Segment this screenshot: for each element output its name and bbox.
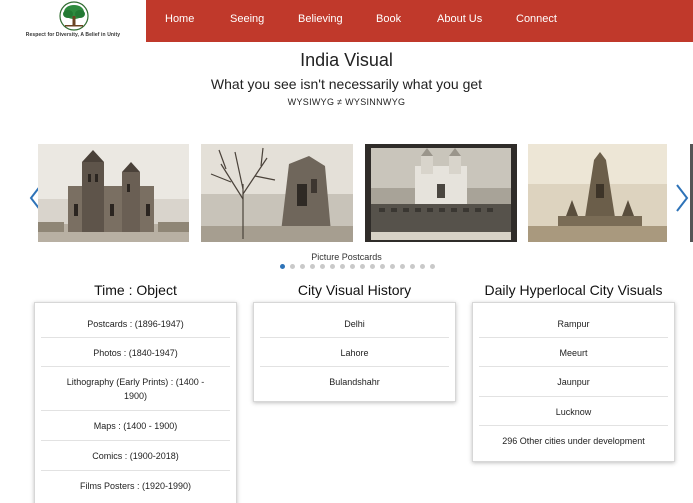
heading-hyperlocal-city-visuals: Daily Hyperlocal City Visuals — [484, 282, 663, 298]
list-item-other-cities[interactable]: 296 Other cities under development — [479, 426, 668, 456]
list-item-jaunpur[interactable]: Jaunpur — [479, 367, 668, 397]
list-item-photos[interactable]: Photos : (1840-1947) — [41, 338, 230, 367]
carousel-dot[interactable] — [360, 264, 365, 269]
list-item-lucknow[interactable]: Lucknow — [479, 397, 668, 426]
card-city-visual-history: Delhi Lahore Bulandshahr — [253, 302, 456, 402]
carousel-dot[interactable] — [400, 264, 405, 269]
card-time-object: Postcards : (1896-1947) Photos : (1840-1… — [34, 302, 237, 503]
carousel-dot[interactable] — [280, 264, 285, 269]
page-title: India Visual — [300, 50, 393, 70]
carousel-dot[interactable] — [390, 264, 395, 269]
site-logo[interactable]: Respect for Diversity, A Belief in Unity — [0, 0, 146, 42]
nav-believing[interactable]: Believing — [298, 13, 343, 25]
carousel-dot[interactable] — [370, 264, 375, 269]
list-item-lithography[interactable]: Lithography (Early Prints) : (1400 - 190… — [41, 367, 230, 411]
card-hyperlocal-city-visuals: Rampur Meeurt Jaunpur Lucknow 296 Other … — [472, 302, 675, 462]
list-item-rampur[interactable]: Rampur — [479, 309, 668, 338]
postcard-stupa-temple[interactable] — [528, 144, 667, 242]
list-item-bulandshahr[interactable]: Bulandshahr — [260, 367, 449, 396]
carousel-dot[interactable] — [350, 264, 355, 269]
carousel-dot[interactable] — [330, 264, 335, 269]
nav-about-us[interactable]: About Us — [437, 13, 482, 25]
main-navbar: Home Seeing Believing Book About Us Conn… — [146, 0, 693, 42]
list-item-meerut[interactable]: Meeurt — [479, 338, 668, 367]
carousel-dot[interactable] — [300, 264, 305, 269]
postcard-temple-tree[interactable] — [201, 144, 353, 242]
carousel-caption: Picture Postcards — [311, 252, 382, 262]
carousel-dot[interactable] — [320, 264, 325, 269]
carousel-dot[interactable] — [290, 264, 295, 269]
postcard-cathedral[interactable] — [38, 144, 189, 242]
page-subtitle: What you see isn't necessarily what you … — [210, 76, 483, 92]
nav-connect[interactable]: Connect — [516, 13, 557, 25]
list-item-comics[interactable]: Comics : (1900-2018) — [41, 441, 230, 471]
list-item-film-posters[interactable]: Films Posters : (1920-1990) — [41, 471, 230, 501]
carousel-dot[interactable] — [380, 264, 385, 269]
carousel-dot[interactable] — [340, 264, 345, 269]
list-item-lahore[interactable]: Lahore — [260, 338, 449, 367]
postcard-church-garden[interactable] — [365, 144, 517, 242]
list-item-postcards[interactable]: Postcards : (1896-1947) — [41, 309, 230, 338]
postcard-carousel: Picture Postcards — [0, 140, 693, 275]
carousel-dot[interactable] — [310, 264, 315, 269]
list-item-maps[interactable]: Maps : (1400 - 1900) — [41, 411, 230, 441]
heading-time-object: Time : Object — [94, 282, 177, 298]
chevron-right-icon[interactable] — [674, 183, 690, 213]
logo-tagline: Respect for Diversity, A Belief in Unity — [25, 32, 121, 38]
carousel-dot[interactable] — [420, 264, 425, 269]
tree-logo-icon — [59, 1, 89, 31]
nav-home[interactable]: Home — [165, 13, 194, 25]
list-item-delhi[interactable]: Delhi — [260, 309, 449, 338]
nav-seeing[interactable]: Seeing — [230, 13, 264, 25]
carousel-dot[interactable] — [430, 264, 435, 269]
nav-book[interactable]: Book — [376, 13, 401, 25]
page-tagline: WYSIWYG ≠ WYSINNWYG — [287, 97, 406, 107]
heading-city-visual-history: City Visual History — [297, 282, 412, 298]
carousel-dot[interactable] — [410, 264, 415, 269]
